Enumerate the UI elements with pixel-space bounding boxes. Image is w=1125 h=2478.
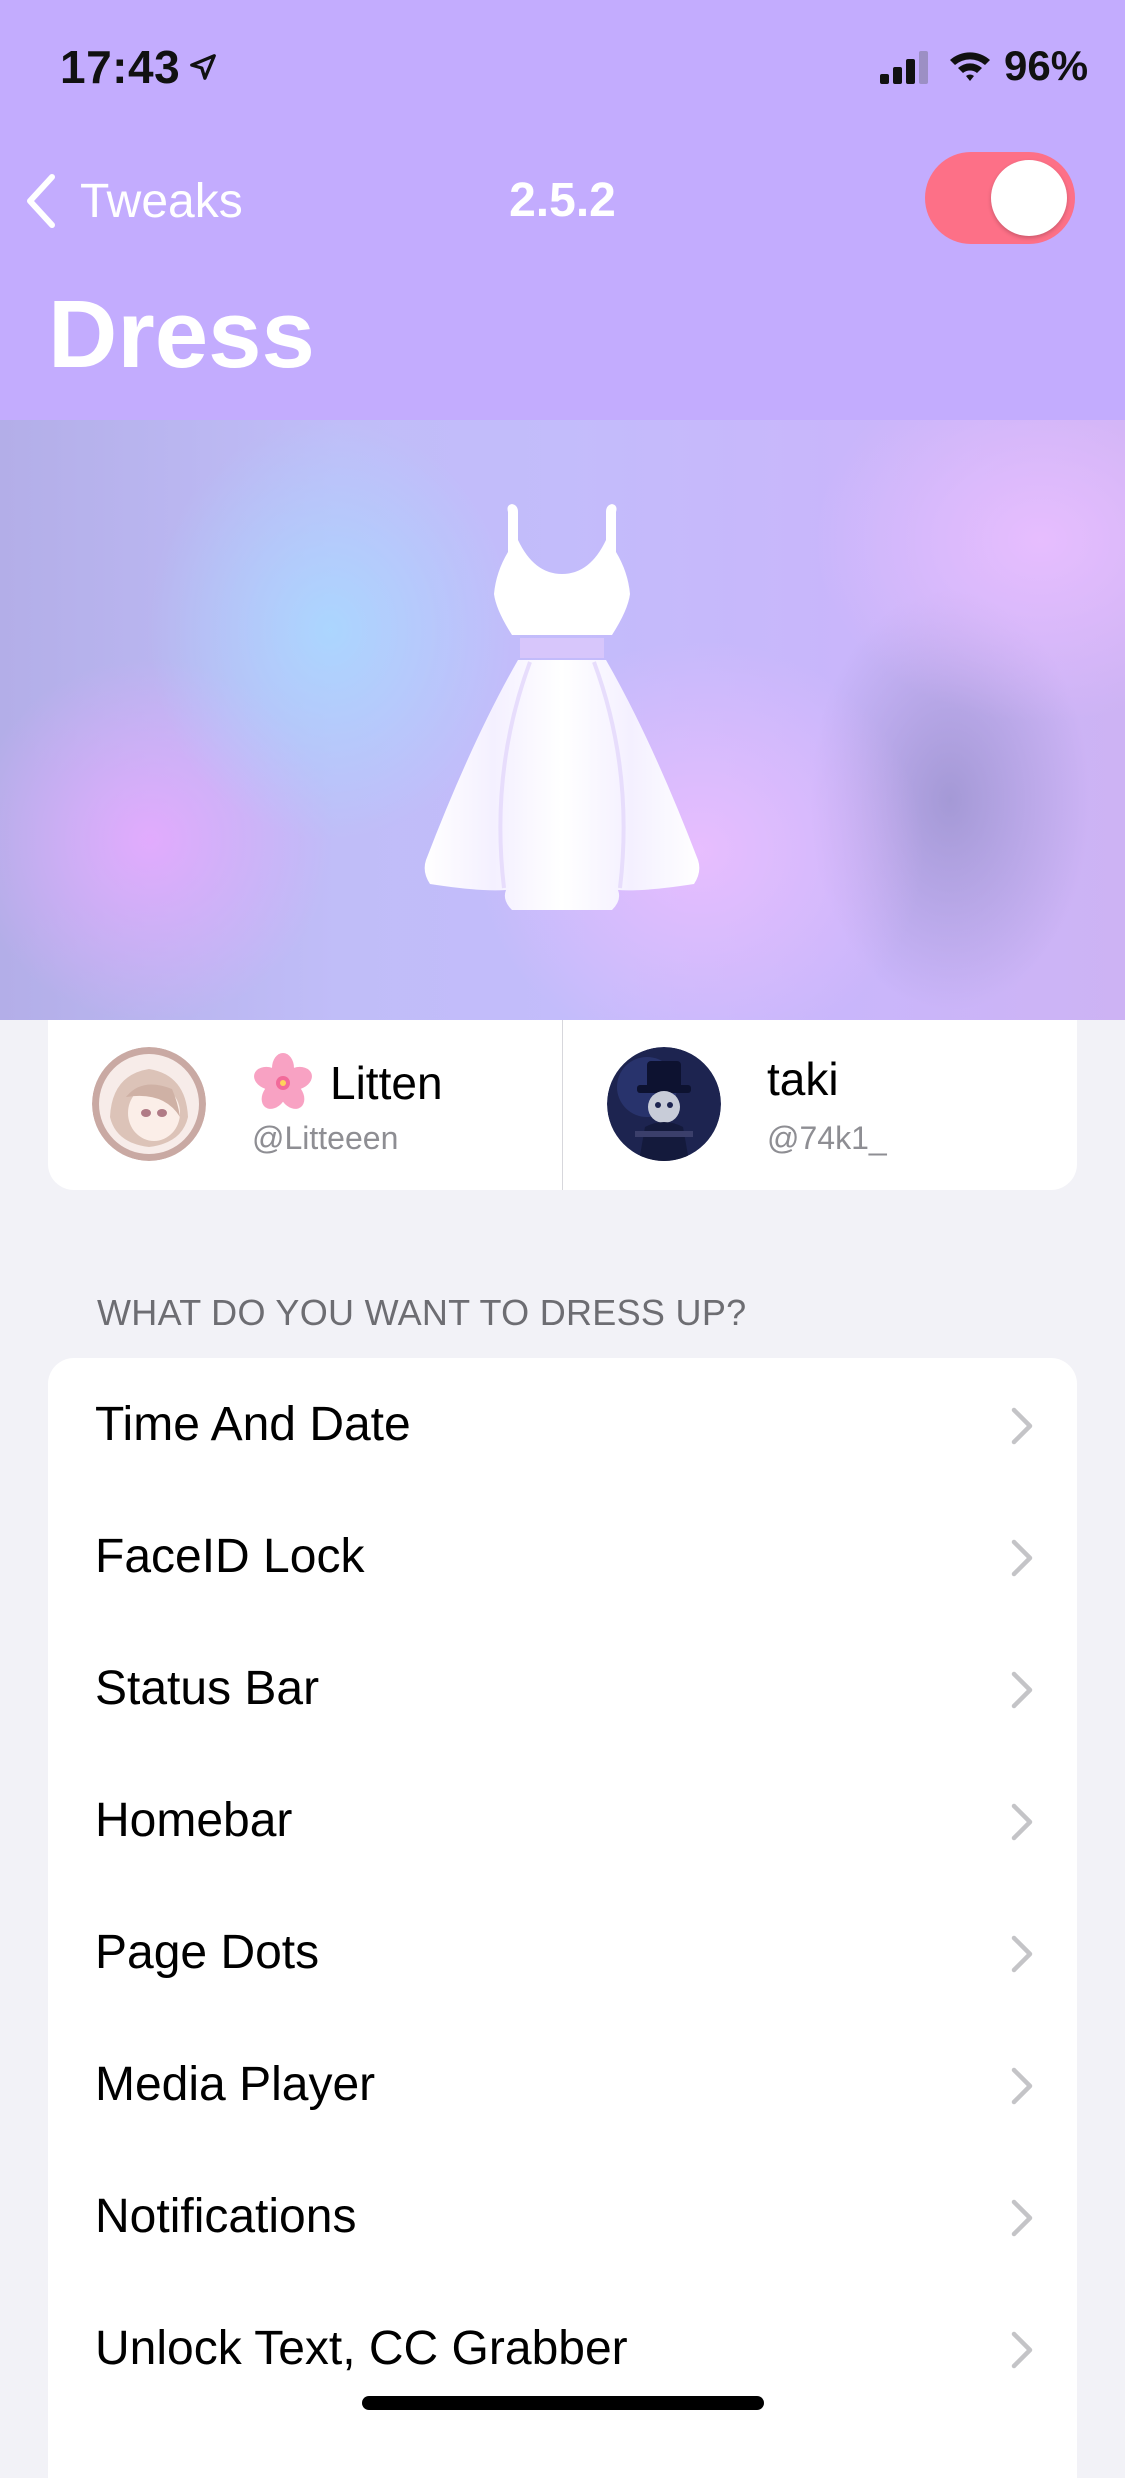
chevron-right-icon [1011, 1407, 1033, 1445]
list-item-unlock-text-cc-grabber[interactable]: Unlock Text, CC Grabber [48, 2282, 1077, 2414]
dress-up-list: Time And Date FaceID Lock Status Bar Hom… [48, 1358, 1077, 2478]
list-item-page-dots[interactable]: Page Dots [48, 1886, 1077, 2018]
author-name-taki: taki [767, 1052, 839, 1106]
battery-percentage: 96% [1004, 42, 1089, 89]
author-name-litten: Litten [252, 1052, 443, 1114]
back-button[interactable]: Tweaks [22, 166, 243, 236]
location-arrow-icon [190, 54, 216, 80]
avatar-taki [607, 1047, 721, 1161]
list-item-label: Time And Date [95, 1397, 411, 1451]
chevron-right-icon [1011, 2067, 1033, 2105]
author-name-label: taki [767, 1053, 839, 1105]
list-item-label: Homebar [95, 1793, 293, 1847]
status-time: 17:43 [60, 41, 181, 93]
author-handle-litten: @Litteeen [252, 1120, 399, 1156]
author-name-label: Litten [330, 1057, 443, 1109]
list-item-label: FaceID Lock [95, 1529, 365, 1583]
list-item-faceid-lock[interactable]: FaceID Lock [48, 1490, 1077, 1622]
wifi-icon [950, 52, 990, 81]
list-item-notifications[interactable]: Notifications [48, 2150, 1077, 2282]
dress-icon [424, 504, 700, 910]
home-indicator[interactable] [362, 2396, 764, 2410]
enable-toggle[interactable] [925, 152, 1075, 244]
list-item-label: Page Dots [95, 1925, 320, 1979]
authors-card: Litten @Litteeen taki @74k1_ [48, 1020, 1077, 1190]
author-litten[interactable]: Litten @Litteeen [48, 1020, 562, 1190]
avatar-litten [92, 1047, 206, 1161]
status-bar: 17:43 96% [0, 0, 1125, 140]
list-item-media-player[interactable]: Media Player [48, 2018, 1077, 2150]
chevron-right-icon [1011, 2331, 1033, 2369]
cherry-blossom-icon [254, 1053, 312, 1109]
chevron-right-icon [1011, 1539, 1033, 1577]
author-handle-taki: @74k1_ [767, 1120, 887, 1156]
section-header: WHAT DO YOU WANT TO DRESS UP? [97, 1292, 747, 1333]
chevron-right-icon [1011, 2199, 1033, 2237]
page-title: Dress [48, 281, 315, 388]
chevron-right-icon [1011, 1803, 1033, 1841]
banner [0, 420, 1125, 1020]
chevron-left-icon [27, 174, 55, 228]
list-item-homebar[interactable]: Homebar [48, 1754, 1077, 1886]
toggle-knob [991, 160, 1067, 236]
author-taki[interactable]: taki @74k1_ [562, 1020, 1077, 1190]
list-item-label: Unlock Text, CC Grabber [95, 2321, 628, 2375]
cellular-signal-icon [880, 51, 928, 84]
list-item-label: Media Player [95, 2057, 376, 2111]
list-item-label: Status Bar [95, 1661, 320, 1715]
chevron-right-icon [1011, 1935, 1033, 1973]
back-button-label: Tweaks [80, 174, 243, 228]
list-item-status-bar[interactable]: Status Bar [48, 1622, 1077, 1754]
chevron-right-icon [1011, 1671, 1033, 1709]
list-item-label: Notifications [95, 2189, 357, 2243]
list-item-time-and-date[interactable]: Time And Date [48, 1358, 1077, 1490]
header: 17:43 96% Tweaks 2.5.2 Dress [0, 0, 1125, 420]
